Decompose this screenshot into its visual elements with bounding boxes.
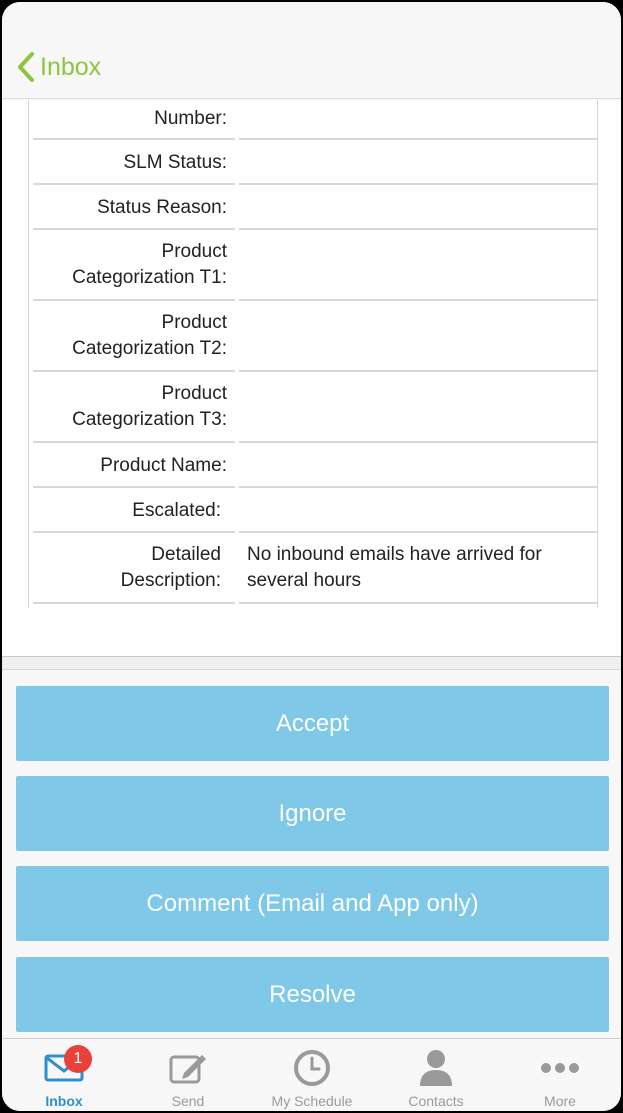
detail-value <box>239 443 597 488</box>
detail-value <box>239 100 597 140</box>
tab-label: Send <box>171 1093 205 1109</box>
tab-more[interactable]: More <box>498 1039 621 1111</box>
tab-inbox[interactable]: 1 Inbox <box>2 1039 126 1111</box>
detail-value <box>239 488 597 533</box>
detail-value <box>239 185 597 230</box>
tab-contacts[interactable]: Contacts <box>374 1039 498 1111</box>
detail-row: Escalated: <box>29 488 597 533</box>
tab-bar: 1 Inbox Send My Schedule Contacts More <box>2 1038 621 1111</box>
tab-label: Contacts <box>408 1093 464 1109</box>
detail-row: Detailed Description: No inbound emails … <box>29 533 597 604</box>
app-screen: Inbox Number: SLM Status: Status Reason:… <box>2 2 621 1111</box>
section-divider <box>2 656 621 670</box>
back-label: Inbox <box>40 52 102 81</box>
comment-button[interactable]: Comment (Email and App only) <box>16 866 609 941</box>
detail-row: Product Categorization T2: <box>29 301 597 372</box>
accept-button[interactable]: Accept <box>16 686 609 761</box>
detail-label: Product Categorization T2: <box>33 301 235 372</box>
person-icon <box>420 1050 452 1086</box>
detail-label: Status Reason: <box>33 185 235 230</box>
tab-label: More <box>544 1093 576 1109</box>
detail-label: Product Categorization T3: <box>33 372 235 443</box>
back-button[interactable]: Inbox <box>16 50 101 84</box>
detail-value: No inbound emails have arrived for sever… <box>239 533 597 604</box>
tab-label: My Schedule <box>271 1093 353 1109</box>
navigation-bar: Inbox <box>2 2 621 99</box>
tab-send[interactable]: Send <box>126 1039 250 1111</box>
ignore-button[interactable]: Ignore <box>16 776 609 851</box>
tab-my-schedule[interactable]: My Schedule <box>250 1039 374 1111</box>
compose-icon <box>169 1055 206 1084</box>
unread-badge: 1 <box>64 1045 92 1073</box>
detail-row: Number: <box>29 100 597 140</box>
ticket-details[interactable]: Number: SLM Status: Status Reason: Produ… <box>2 100 621 656</box>
detail-label: Product Categorization T1: <box>33 230 235 301</box>
detail-value <box>239 301 597 372</box>
detail-label: SLM Status: <box>33 140 235 185</box>
more-dots-icon <box>541 1063 579 1073</box>
detail-row: SLM Status: <box>29 140 597 185</box>
detail-row: Product Name: <box>29 443 597 488</box>
detail-label: Product Name: <box>33 443 235 488</box>
chevron-left-icon <box>18 52 34 82</box>
detail-row: Product Categorization T1: <box>29 230 597 301</box>
detail-label: Detailed Description: <box>33 533 235 604</box>
tab-label: Inbox <box>45 1093 83 1109</box>
detail-row: Product Categorization T3: <box>29 372 597 443</box>
detail-label: Escalated: <box>33 488 235 533</box>
detail-label: Number: <box>33 100 235 140</box>
detail-row: Status Reason: <box>29 185 597 230</box>
detail-value <box>239 140 597 185</box>
details-table: Number: SLM Status: Status Reason: Produ… <box>28 100 598 608</box>
table-footer <box>29 604 597 608</box>
detail-value <box>239 230 597 301</box>
detail-value <box>239 372 597 443</box>
clock-icon <box>294 1050 330 1086</box>
resolve-button[interactable]: Resolve <box>16 957 609 1032</box>
